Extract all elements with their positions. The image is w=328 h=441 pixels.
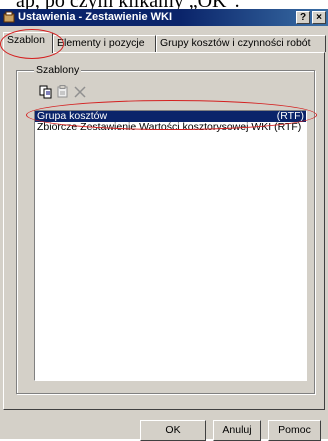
- close-button[interactable]: ×: [312, 11, 326, 24]
- title-bar: Ustawienia - Zestawienie WKI ? ×: [0, 9, 328, 26]
- ok-button[interactable]: OK: [140, 420, 206, 441]
- template-name: Zbiorcze Zestawienie Wartości kosztoryso…: [37, 121, 302, 133]
- help-dialog-button[interactable]: Pomoc: [268, 420, 321, 441]
- templates-list[interactable]: Grupa kosztów (RTF) Zbiorcze Zestawienie…: [34, 110, 307, 381]
- tab-szablon[interactable]: Szablon: [3, 32, 53, 53]
- app-icon: [3, 11, 15, 23]
- properties-icon[interactable]: [56, 85, 70, 99]
- tab-strip: Szablon Elementy i pozycje Grupy kosztów…: [0, 26, 328, 53]
- window-title: Ustawienia - Zestawienie WKI: [18, 11, 173, 23]
- list-item[interactable]: Zbiorcze Zestawienie Wartości kosztoryso…: [35, 122, 306, 133]
- document-text-fragment: ap, po czym klikamy „OK".: [0, 0, 328, 9]
- tab-elementy[interactable]: Elementy i pozycje: [53, 35, 156, 52]
- copy-icon[interactable]: [39, 85, 53, 99]
- tab-grupy-kosztow[interactable]: Grupy kosztów i czynności robót: [156, 35, 326, 52]
- cancel-button[interactable]: Anuluj: [213, 420, 261, 441]
- help-button[interactable]: ?: [296, 11, 310, 24]
- settings-dialog: Szablon Elementy i pozycje Grupy kosztów…: [0, 26, 328, 441]
- templates-group-label: Szablony: [34, 63, 82, 77]
- delete-icon[interactable]: [73, 85, 87, 99]
